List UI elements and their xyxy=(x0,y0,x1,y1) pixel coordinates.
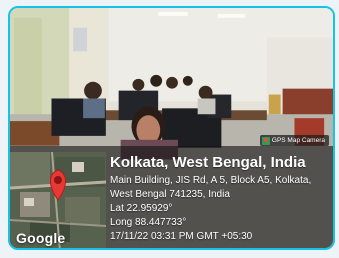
map-thumbnail[interactable]: Google xyxy=(10,152,106,248)
location-info: Kolkata, West Bengal, India Main Buildin… xyxy=(110,154,332,244)
address-line-1: Main Building, JIS Rd, A 5, Block A5, Ko… xyxy=(110,175,312,186)
google-logo: Google xyxy=(16,230,66,246)
location-title: Kolkata, West Bengal, India xyxy=(110,154,306,171)
gps-map-camera-icon xyxy=(261,136,270,145)
timestamp-text: 17/11/22 03:31 PM GMT +05:30 xyxy=(110,231,253,242)
latitude-text: Lat 22.95929° xyxy=(110,203,173,214)
geotagged-photo: GPS Map Camera Google Kolkata, West Beng… xyxy=(8,6,335,250)
photo-frame: GPS Map Camera Google Kolkata, West Beng… xyxy=(0,0,339,258)
gps-map-camera-badge: GPS Map Camera xyxy=(259,135,329,146)
badge-label: GPS Map Camera xyxy=(271,137,325,144)
address-line-2: West Bengal 741235, India xyxy=(110,189,230,200)
longitude-text: Long 88.447733° xyxy=(110,217,187,228)
